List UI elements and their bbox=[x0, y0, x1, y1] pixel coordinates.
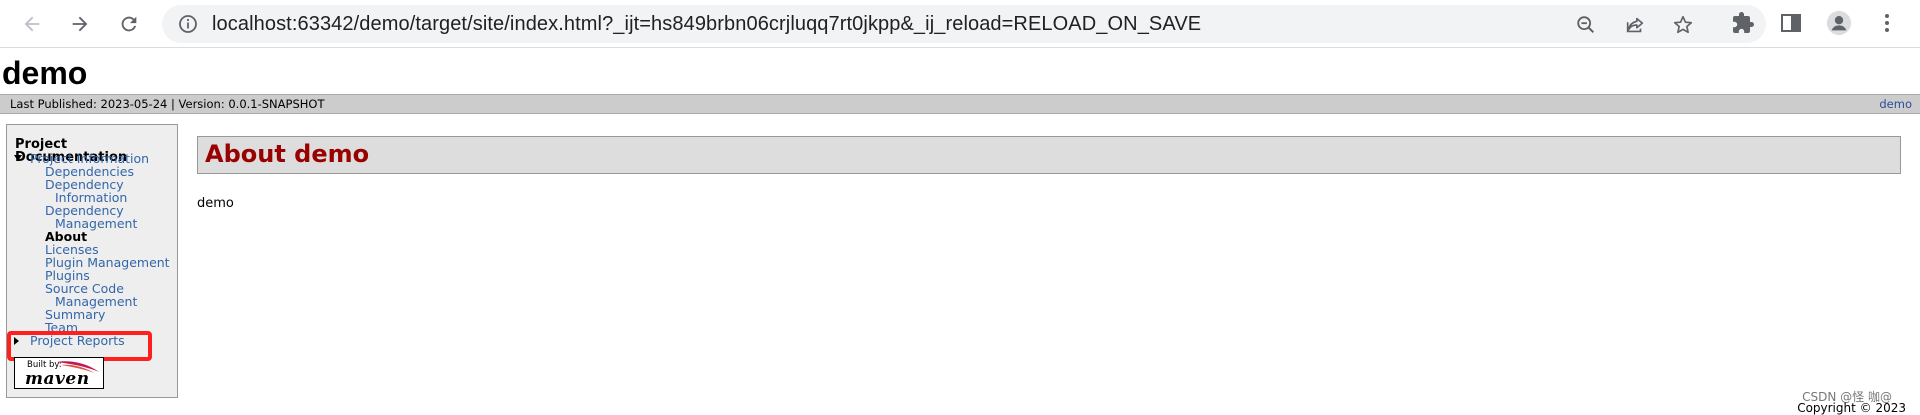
arrow-right-icon bbox=[72, 16, 88, 32]
puzzle-icon bbox=[1733, 12, 1754, 33]
side-panel-button[interactable] bbox=[1778, 10, 1804, 36]
publish-info: Last Published: 2023-05-24 | Version: 0.… bbox=[10, 97, 325, 111]
back-button[interactable] bbox=[16, 8, 48, 40]
maven-logo[interactable]: Built by: maven bbox=[14, 357, 104, 389]
breadcrumb: Last Published: 2023-05-24 | Version: 0.… bbox=[0, 94, 1920, 114]
info-icon[interactable] bbox=[178, 14, 198, 34]
zoom-out-icon[interactable] bbox=[1575, 14, 1597, 36]
reload-button[interactable] bbox=[113, 8, 145, 40]
content-header: About demo bbox=[197, 136, 1901, 174]
content-body: demo bbox=[197, 196, 234, 211]
maven-wordmark: maven bbox=[25, 369, 90, 389]
site-title: demo bbox=[2, 55, 88, 91]
url-text[interactable]: localhost:63342/demo/target/site/index.h… bbox=[212, 5, 1201, 43]
arrow-left-icon bbox=[24, 16, 40, 32]
expanded-arrow-icon bbox=[14, 155, 22, 161]
browser-toolbar: localhost:63342/demo/target/site/index.h… bbox=[0, 0, 1920, 48]
kebab-menu-icon bbox=[1885, 14, 1889, 32]
share-icon[interactable] bbox=[1624, 14, 1646, 36]
copyright: Copyright © 2023 bbox=[1797, 401, 1906, 415]
forward-button[interactable] bbox=[64, 8, 96, 40]
address-bar[interactable]: localhost:63342/demo/target/site/index.h… bbox=[162, 5, 1766, 43]
reload-icon bbox=[121, 16, 137, 32]
breadcrumb-home-link[interactable]: demo bbox=[1879, 95, 1912, 113]
star-icon[interactable] bbox=[1672, 14, 1694, 36]
browser-menu-button[interactable] bbox=[1874, 10, 1900, 36]
person-icon bbox=[1826, 10, 1852, 36]
page-title: About demo bbox=[205, 140, 370, 168]
extensions-button[interactable] bbox=[1730, 10, 1756, 36]
profile-button[interactable] bbox=[1826, 10, 1852, 36]
side-panel-icon bbox=[1781, 14, 1801, 32]
